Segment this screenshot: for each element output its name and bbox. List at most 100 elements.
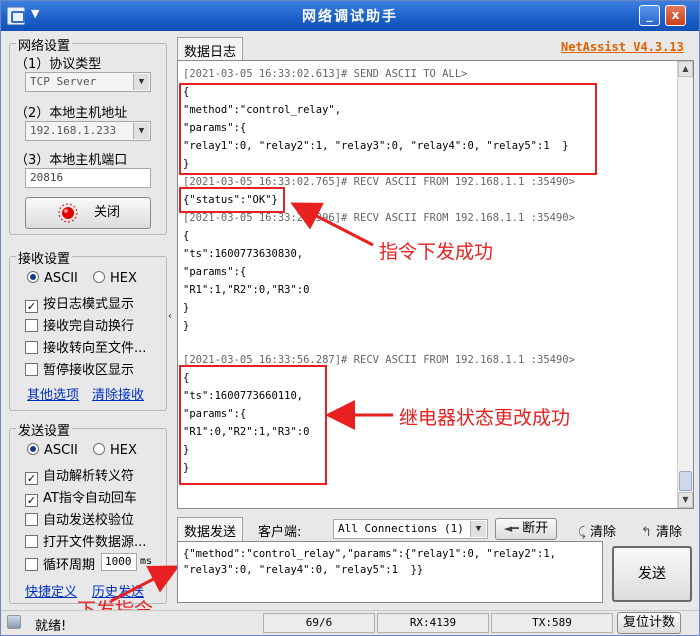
minimize-button[interactable]: _	[639, 5, 660, 26]
clear-receive-link[interactable]: 清除接收	[92, 384, 144, 403]
broom-icon: ⤹	[578, 525, 590, 540]
close-connection-button[interactable]: 关闭	[25, 197, 151, 229]
recv-option-label: 按日志模式显示	[43, 297, 135, 312]
log-line: "ts":1600773630830,	[183, 248, 304, 260]
send-option-label: 自动发送校验位	[43, 513, 135, 528]
send-option-label: 打开文件数据源...	[43, 535, 147, 550]
log-line: {	[183, 230, 190, 242]
send-button[interactable]: 发送	[612, 546, 692, 602]
checkbox-icon	[25, 513, 38, 526]
clear-button-1[interactable]: ⤹ 清除	[578, 521, 616, 540]
recv-hex-label: HEX	[110, 271, 137, 286]
send-option-file-source[interactable]: 打开文件数据源...	[25, 531, 147, 550]
log-line: "params":{	[183, 266, 247, 278]
send-option-checksum[interactable]: 自动发送校验位	[25, 509, 135, 528]
scroll-down-icon[interactable]: ▼	[678, 492, 693, 508]
send-input[interactable]: {"method":"control_relay","params":{"rel…	[177, 541, 603, 603]
checkbox-checked-icon: ✓	[25, 300, 38, 313]
send-text-line: "relay3":0, "relay4":0, "relay5":1 }}	[183, 564, 424, 576]
chevron-down-icon: ▼	[133, 123, 149, 139]
network-settings-title: 网络设置	[16, 35, 73, 54]
send-option-at-return[interactable]: ✓ AT指令自动回车	[25, 487, 137, 507]
recv-option-log-mode[interactable]: ✓ 按日志模式显示	[25, 293, 135, 313]
send-option-escape[interactable]: ✓ 自动解析转义符	[25, 465, 135, 485]
arrow-left-icon: ◄━	[503, 522, 523, 535]
ok-highlight-box	[179, 187, 285, 213]
clear-label: 清除	[589, 525, 616, 540]
send-ascii-label: ASCII	[44, 443, 78, 458]
disconnect-button[interactable]: ◄━ 断开	[495, 518, 557, 540]
loop-label: 循环周期	[43, 558, 96, 573]
send-option-loop[interactable]: 循环周期	[25, 554, 96, 573]
radio-icon	[93, 443, 105, 455]
window-title: 网络调试助手	[302, 9, 398, 25]
log-line: }	[183, 302, 190, 314]
port-input[interactable]: 20816	[25, 168, 151, 188]
scroll-up-icon[interactable]: ▲	[678, 61, 693, 77]
checkbox-icon	[25, 558, 38, 571]
close-window-button[interactable]: x	[665, 5, 686, 26]
recv-ascii-radio[interactable]: ASCII	[27, 271, 78, 289]
recv-option-label: 暂停接收区显示	[43, 363, 135, 378]
send-hex-radio[interactable]: HEX	[93, 443, 137, 461]
recv-option-label: 接收转向至文件...	[43, 341, 147, 356]
port-label: （3）本地主机端口	[15, 153, 128, 168]
send-hex-label: HEX	[110, 443, 137, 458]
status-tx: TX:589	[491, 613, 613, 633]
disconnect-label: 断开	[522, 521, 549, 536]
send-option-label: AT指令自动回车	[43, 491, 137, 506]
annotation-relay-changed: 继电器状态更改成功	[399, 407, 571, 429]
recv-hex-radio[interactable]: HEX	[93, 271, 137, 289]
brand-version-link[interactable]: NetAssist V4.3.13	[561, 40, 684, 54]
recv-ascii-label: ASCII	[44, 271, 78, 286]
send-option-label: 自动解析转义符	[43, 469, 135, 484]
splitter-toggle-icon[interactable]: ‹	[168, 311, 176, 327]
status-light-icon	[58, 203, 78, 223]
status-counter: 69/6	[263, 613, 375, 633]
app-window: ▼ 网络调试助手 _ x 网络设置 （1）协议类型 TCP Server ▼ （…	[0, 0, 700, 636]
undo-arrow-icon: ↰	[641, 525, 657, 540]
loop-unit: ms	[140, 556, 153, 567]
annotation-success: 指令下发成功	[379, 241, 494, 263]
other-options-link[interactable]: 其他选项	[27, 384, 79, 403]
log-header: [2021-03-05 16:33:02.613]# SEND ASCII TO…	[183, 68, 468, 80]
clear-label: 清除	[656, 525, 683, 540]
scroll-thumb[interactable]	[679, 471, 692, 491]
recv-option-label: 接收完自动换行	[43, 319, 135, 334]
clear-button-2[interactable]: ↰ 清除	[641, 521, 683, 540]
checkbox-icon	[25, 535, 38, 548]
send-settings-title: 发送设置	[16, 420, 73, 439]
checkbox-checked-icon: ✓	[25, 472, 38, 485]
tab-data-send[interactable]: 数据发送	[177, 517, 244, 543]
host-select[interactable]: 192.168.1.233 ▼	[25, 121, 151, 141]
host-label: （2）本地主机地址	[15, 106, 128, 121]
client-label: 客户端:	[258, 525, 302, 540]
loop-period-input[interactable]: 1000	[101, 553, 137, 571]
recv-option-to-file[interactable]: 接收转向至文件...	[25, 337, 147, 356]
chevron-down-icon: ▼	[470, 521, 486, 537]
log-header: [2021-03-05 16:33:26.396]# RECV ASCII FR…	[183, 212, 575, 224]
radio-selected-icon	[27, 271, 39, 283]
recv-option-pause[interactable]: 暂停接收区显示	[25, 359, 135, 378]
log-scrollbar[interactable]: ▲ ▼	[677, 61, 693, 508]
client-select[interactable]: All Connections (1) ▼	[333, 519, 488, 539]
send-ascii-radio[interactable]: ASCII	[27, 443, 78, 461]
protocol-select[interactable]: TCP Server ▼	[25, 72, 151, 92]
radio-icon	[93, 271, 105, 283]
recv-option-auto-newline[interactable]: 接收完自动换行	[25, 315, 135, 334]
status-bar: 就绪! 69/6 RX:4139 TX:589 复位计数	[1, 610, 699, 635]
checkbox-icon	[25, 319, 38, 332]
shortcut-define-link[interactable]: 快捷定义	[25, 581, 77, 600]
log-line: "R1":1,"R2":0,"R3":0	[183, 284, 310, 296]
radio-selected-icon	[27, 443, 39, 455]
log-line: }	[183, 320, 190, 332]
protocol-label: （1）协议类型	[15, 57, 102, 72]
host-value: 192.168.1.233	[30, 124, 117, 137]
status-rx: RX:4139	[377, 613, 489, 633]
relay-state-highlight-box	[179, 365, 327, 485]
send-text-line: {"method":"control_relay","params":{"rel…	[183, 548, 556, 560]
protocol-value: TCP Server	[30, 75, 97, 88]
client-value: All Connections (1)	[338, 522, 464, 535]
reset-count-button[interactable]: 复位计数	[617, 612, 681, 634]
checkbox-icon	[25, 363, 38, 376]
